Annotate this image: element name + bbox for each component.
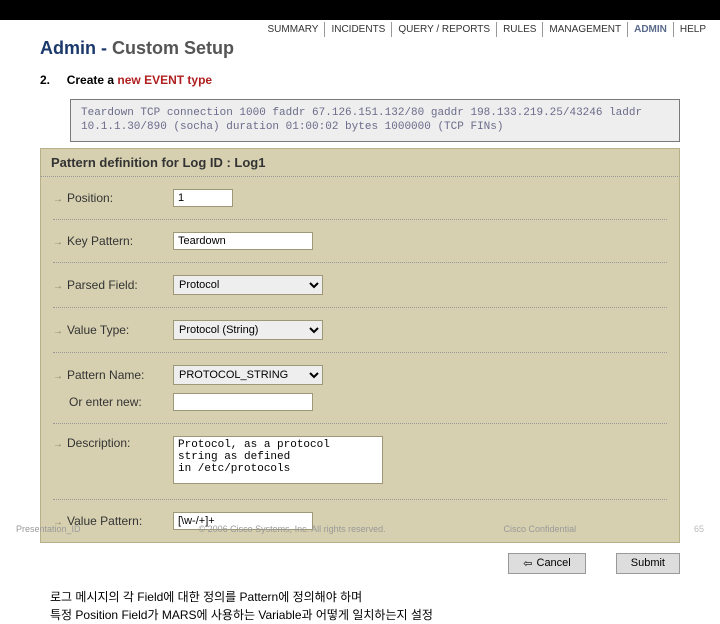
submit-button[interactable]: Submit <box>616 553 680 574</box>
back-arrow-icon: ⇦ <box>523 557 532 570</box>
title-prefix: Admin - <box>40 38 112 58</box>
nav-admin[interactable]: ADMIN <box>628 22 674 37</box>
pattern-name-select[interactable]: PROTOCOL_STRING <box>173 365 323 385</box>
value-type-label: Value Type: <box>67 323 129 337</box>
step-highlight: new EVENT type <box>117 73 212 87</box>
footer-left: Presentation_ID <box>16 524 81 534</box>
footer-copyright: © 2006 Cisco Systems, Inc. All rights re… <box>198 524 385 534</box>
title-suffix: Custom Setup <box>112 38 234 58</box>
nav-management[interactable]: MANAGEMENT <box>543 22 628 37</box>
parsed-field-label: Parsed Field: <box>67 278 138 292</box>
top-bar <box>0 0 720 20</box>
description-label: Description: <box>67 436 130 450</box>
description-textarea[interactable]: Protocol, as a protocol string as define… <box>173 436 383 484</box>
button-row: ⇦ Cancel Submit <box>40 549 680 578</box>
nav-incidents[interactable]: INCIDENTS <box>325 22 392 37</box>
cancel-button[interactable]: ⇦ Cancel <box>508 553 585 574</box>
step-heading: 2. Create a new EVENT type <box>40 73 720 87</box>
key-pattern-label: Key Pattern: <box>67 234 133 248</box>
enter-new-input[interactable] <box>173 393 313 411</box>
footer-confidential: Cisco Confidential <box>504 524 577 534</box>
nav-query-reports[interactable]: QUERY / REPORTS <box>392 22 497 37</box>
desc-line1: 로그 메시지의 각 Field에 대한 정의를 Pattern에 정의해야 하며 <box>50 588 720 606</box>
enter-new-label: Or enter new: <box>69 395 142 409</box>
nav-rules[interactable]: RULES <box>497 22 543 37</box>
pattern-header: Pattern definition for Log ID : Log1 <box>40 148 680 177</box>
pattern-form: →Position: →Key Pattern: →Parsed Field: … <box>40 177 680 543</box>
cancel-label: Cancel <box>537 557 571 569</box>
position-label: Position: <box>67 191 113 205</box>
desc-line2: 특정 Position Field가 MARS에 사용하는 Variable과 … <box>50 606 720 624</box>
value-type-select[interactable]: Protocol (String) <box>173 320 323 340</box>
step-label: Create a <box>67 73 118 87</box>
page-title: Admin - Custom Setup <box>40 38 720 59</box>
footer-slide-number: 65 <box>694 524 704 534</box>
main-nav: SUMMARY INCIDENTS QUERY / REPORTS RULES … <box>262 22 712 37</box>
log-message-box: Teardown TCP connection 1000 faddr 67.12… <box>70 99 680 142</box>
parsed-field-select[interactable]: Protocol <box>173 275 323 295</box>
nav-summary[interactable]: SUMMARY <box>262 22 326 37</box>
pattern-name-label: Pattern Name: <box>67 368 144 382</box>
description-text: 로그 메시지의 각 Field에 대한 정의를 Pattern에 정의해야 하며… <box>50 588 720 624</box>
slide-footer: Presentation_ID © 2006 Cisco Systems, In… <box>16 524 704 534</box>
key-pattern-input[interactable] <box>173 232 313 250</box>
nav-help[interactable]: HELP <box>674 22 712 37</box>
position-input[interactable] <box>173 189 233 207</box>
step-number: 2. <box>40 73 50 87</box>
